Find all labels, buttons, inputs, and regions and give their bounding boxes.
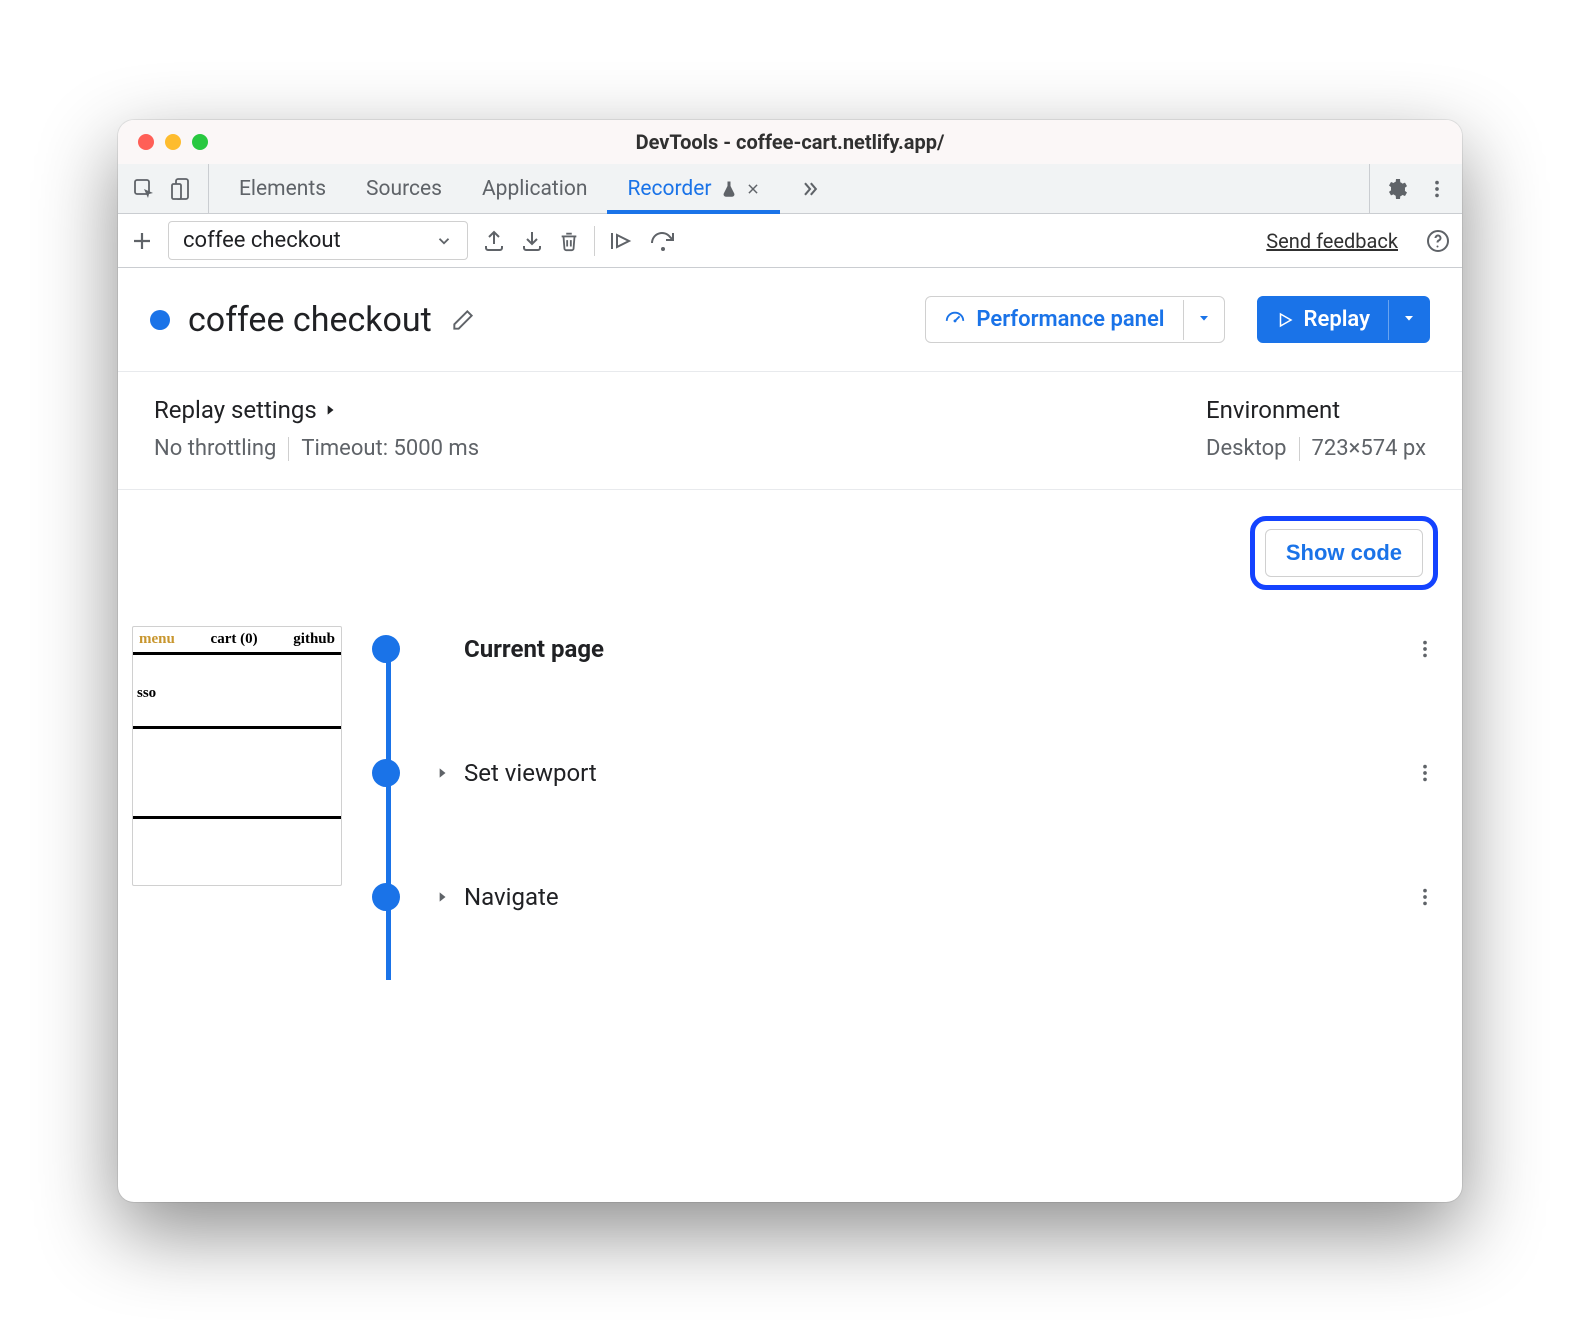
step-current-page[interactable]: Current page [372, 626, 1436, 672]
delete-icon[interactable] [558, 230, 580, 252]
step-label: Set viewport [464, 759, 597, 787]
step-label: Navigate [464, 883, 559, 911]
play-icon [1276, 311, 1294, 329]
continue-icon[interactable] [609, 229, 635, 253]
kebab-menu-icon[interactable] [1426, 178, 1448, 200]
export-icon[interactable] [482, 229, 506, 253]
environment-heading: Environment [1206, 396, 1426, 424]
replay-settings-heading[interactable]: Replay settings [154, 396, 1206, 424]
chevron-right-icon [434, 766, 450, 780]
show-code-highlight: Show code [1250, 516, 1438, 590]
recording-title: coffee checkout [188, 300, 432, 340]
timeline-line [386, 640, 391, 980]
thumb-cart: cart (0) [211, 631, 258, 648]
recording-title-row: coffee checkout Performance panel Replay [118, 268, 1462, 372]
send-feedback-link[interactable]: Send feedback [1266, 229, 1398, 253]
step-set-viewport[interactable]: Set viewport [372, 750, 1436, 796]
show-code-row: Show code [118, 490, 1462, 616]
performance-panel-more[interactable] [1183, 300, 1224, 340]
window-close-button[interactable] [138, 134, 154, 150]
flask-icon [720, 180, 738, 198]
tab-application[interactable]: Application [462, 164, 607, 213]
tab-recorder[interactable]: Recorder [607, 164, 779, 213]
show-code-button[interactable]: Show code [1265, 529, 1423, 577]
window-zoom-button[interactable] [192, 134, 208, 150]
step-thumbnail: menu cart (0) github sso [132, 626, 342, 886]
new-recording-icon[interactable] [130, 229, 154, 253]
step-label: Current page [464, 635, 604, 663]
window-minimize-button[interactable] [165, 134, 181, 150]
replay-button-more[interactable] [1388, 300, 1429, 340]
thumb-github: github [293, 631, 335, 648]
thumb-menu: menu [139, 631, 175, 648]
performance-panel-label: Performance panel [976, 307, 1164, 332]
step-more-icon[interactable] [1414, 762, 1436, 784]
timeout-value: Timeout: 5000 ms [301, 436, 479, 461]
recording-status-dot [150, 310, 170, 330]
window-title: DevTools - coffee-cart.netlify.app/ [636, 130, 945, 154]
step-navigate[interactable]: Navigate [372, 874, 1436, 920]
step-dot [372, 635, 400, 663]
replay-button-label: Replay [1304, 307, 1370, 332]
edit-title-icon[interactable] [450, 307, 476, 333]
step-dot [372, 759, 400, 787]
gauge-icon [944, 309, 966, 331]
chevron-down-icon [435, 232, 453, 250]
tab-elements[interactable]: Elements [219, 164, 346, 213]
expand-right-icon [323, 403, 337, 417]
step-dot [372, 883, 400, 911]
devtools-panel-bar: Elements Sources Application Recorder [118, 164, 1462, 214]
recording-steps: menu cart (0) github sso Current page [118, 616, 1462, 920]
step-more-icon[interactable] [1414, 886, 1436, 908]
throttling-value: No throttling [154, 436, 276, 461]
device-value: Desktop [1206, 436, 1287, 461]
more-tabs-button[interactable] [780, 164, 840, 213]
help-icon[interactable] [1426, 229, 1450, 253]
recorder-toolbar: coffee checkout Send feedback [118, 214, 1462, 268]
thumb-cell: sso [137, 685, 156, 701]
performance-panel-button[interactable]: Performance panel [925, 296, 1224, 343]
import-icon[interactable] [520, 229, 544, 253]
window-traffic-lights [138, 134, 208, 150]
recording-select[interactable]: coffee checkout [168, 221, 468, 260]
device-toolbar-icon[interactable] [170, 177, 194, 201]
devtools-window: DevTools - coffee-cart.netlify.app/ Elem… [118, 120, 1462, 1202]
replay-button[interactable]: Replay [1257, 296, 1430, 343]
chevron-double-right-icon [800, 179, 820, 199]
window-titlebar: DevTools - coffee-cart.netlify.app/ [118, 120, 1462, 164]
recording-settings: Replay settings No throttling Timeout: 5… [118, 372, 1462, 490]
chevron-right-icon [434, 890, 450, 904]
recording-select-label: coffee checkout [183, 228, 341, 253]
step-more-icon[interactable] [1414, 638, 1436, 660]
close-icon[interactable] [746, 182, 760, 196]
gear-icon[interactable] [1384, 177, 1408, 201]
tab-sources[interactable]: Sources [346, 164, 462, 213]
viewport-value: 723×574 px [1312, 436, 1427, 461]
step-over-icon[interactable] [649, 229, 677, 253]
inspect-element-icon[interactable] [132, 177, 156, 201]
